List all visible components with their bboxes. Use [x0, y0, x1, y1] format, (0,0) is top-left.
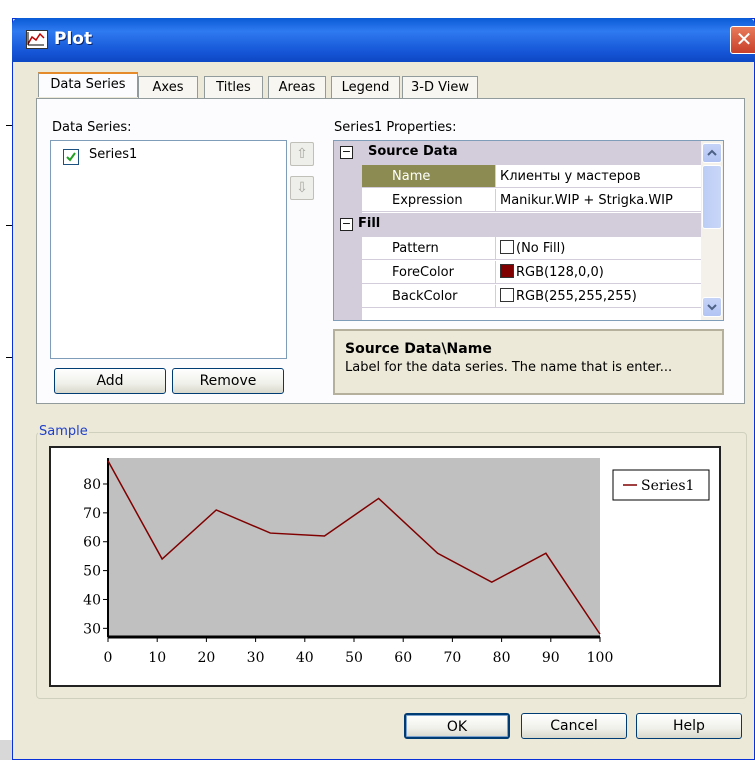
tab-axes[interactable]: Axes: [138, 76, 198, 98]
data-series-label: Data Series:: [52, 120, 132, 135]
property-row-pattern[interactable]: Pattern (No Fill): [334, 237, 701, 261]
y-tick-label: 60: [83, 535, 101, 551]
property-row-name[interactable]: Name Клиенты у мастеров: [334, 165, 701, 189]
x-tick-label: 10: [148, 650, 166, 666]
arrow-up-icon: ⇧: [296, 146, 308, 162]
color-swatch: [500, 264, 514, 278]
title-bar[interactable]: Plot ✕: [12, 18, 755, 62]
x-tick-label: 0: [104, 650, 113, 666]
property-value[interactable]: Manikur.WIP + Strigka.WIP: [496, 189, 701, 212]
property-name: Expression: [362, 189, 496, 212]
arrow-down-icon: ⇩: [296, 180, 308, 196]
help-title: Source Data\Name: [345, 341, 492, 357]
move-up-button[interactable]: ⇧: [290, 142, 314, 166]
color-swatch: [500, 288, 514, 302]
tab-3d-view[interactable]: 3-D View: [402, 76, 478, 98]
property-value: RGB(255,255,255): [516, 289, 637, 304]
collapse-icon[interactable]: −: [340, 218, 353, 231]
row-margin: [334, 285, 362, 309]
x-tick-label: 40: [296, 650, 314, 666]
row-margin: [334, 237, 362, 261]
property-name: Name: [362, 165, 496, 188]
property-value[interactable]: Клиенты у мастеров: [496, 165, 701, 188]
property-value-cell[interactable]: RGB(128,0,0): [496, 261, 701, 284]
y-tick-label: 80: [83, 477, 101, 493]
property-grid-scrollbar[interactable]: [701, 141, 723, 320]
x-tick-label: 50: [345, 650, 363, 666]
y-tick-label: 70: [83, 506, 101, 522]
collapse-icon[interactable]: −: [340, 146, 353, 159]
sample-chart: 30 40 50 60 70 80 0 10 20 30 40 50 60 70 80 90 100 Series…: [49, 446, 721, 687]
property-row-backcolor[interactable]: BackColor RGB(255,255,255): [334, 285, 701, 309]
property-value-cell[interactable]: RGB(255,255,255): [496, 285, 701, 308]
property-grid[interactable]: − Source Data Name Клиенты у мастеров Ex…: [333, 140, 724, 321]
y-tick-label: 40: [83, 592, 101, 608]
category-fill[interactable]: − Fill: [334, 213, 701, 237]
x-tick-label: 100: [587, 650, 614, 666]
data-series-list[interactable]: Series1: [50, 140, 287, 359]
plot-app-icon: [26, 30, 48, 49]
plot-area: [108, 458, 600, 637]
x-tick-label: 80: [493, 650, 511, 666]
category-name: Fill: [358, 216, 381, 231]
x-tick-label: 20: [197, 650, 215, 666]
sample-group-title: Sample: [38, 424, 89, 439]
scroll-down-arrow-icon[interactable]: [702, 297, 722, 317]
series-name: Series1: [89, 147, 138, 162]
property-help-box: Source Data\Name Label for the data seri…: [333, 329, 724, 395]
series-checkbox[interactable]: [63, 149, 79, 165]
category-source-data[interactable]: − Source Data: [334, 141, 701, 165]
move-down-button[interactable]: ⇩: [290, 176, 314, 200]
property-name: ForeColor: [362, 261, 496, 284]
color-swatch: [500, 240, 514, 254]
dialog-title: Plot: [54, 29, 93, 49]
property-row-partial: [334, 309, 701, 320]
row-margin: [334, 309, 362, 320]
property-name: Pattern: [362, 237, 496, 260]
y-tick-label: 50: [83, 564, 101, 580]
tab-data-series[interactable]: Data Series: [38, 72, 138, 97]
chart-svg: 30 40 50 60 70 80 0 10 20 30 40 50 60 70 80 90 100 Series…: [83, 458, 710, 666]
legend-label: Series1: [641, 478, 694, 494]
row-margin: [334, 261, 362, 285]
x-tick-label: 90: [542, 650, 560, 666]
x-tick-label: 30: [247, 650, 265, 666]
property-value: RGB(128,0,0): [516, 265, 604, 280]
property-value-cell[interactable]: (No Fill): [496, 237, 701, 260]
help-text: Label for the data series. The name that…: [345, 360, 673, 375]
x-tick-label: 60: [394, 650, 412, 666]
scroll-thumb[interactable]: [702, 165, 722, 229]
taskbar-fragment: [0, 740, 12, 760]
tab-titles[interactable]: Titles: [204, 76, 263, 98]
cancel-button[interactable]: Cancel: [521, 713, 627, 739]
x-tick-label: 70: [443, 650, 461, 666]
help-button[interactable]: Help: [636, 713, 742, 739]
remove-button[interactable]: Remove: [172, 368, 284, 394]
property-row-expression[interactable]: Expression Manikur.WIP + Strigka.WIP: [334, 189, 701, 213]
tab-areas[interactable]: Areas: [268, 76, 326, 98]
scroll-up-arrow-icon[interactable]: [702, 143, 722, 163]
row-margin: [334, 189, 362, 213]
property-value: (No Fill): [516, 241, 566, 256]
list-item[interactable]: Series1: [51, 141, 281, 169]
ok-button[interactable]: OK: [404, 713, 510, 739]
category-name: Source Data: [368, 144, 458, 159]
property-name: BackColor: [362, 285, 496, 308]
property-row-forecolor[interactable]: ForeColor RGB(128,0,0): [334, 261, 701, 285]
add-button[interactable]: Add: [54, 368, 166, 394]
tab-legend[interactable]: Legend: [331, 76, 400, 98]
close-button[interactable]: ✕: [730, 26, 755, 54]
y-tick-label: 30: [83, 621, 101, 637]
row-margin: [334, 165, 362, 189]
properties-label: Series1 Properties:: [334, 120, 457, 135]
